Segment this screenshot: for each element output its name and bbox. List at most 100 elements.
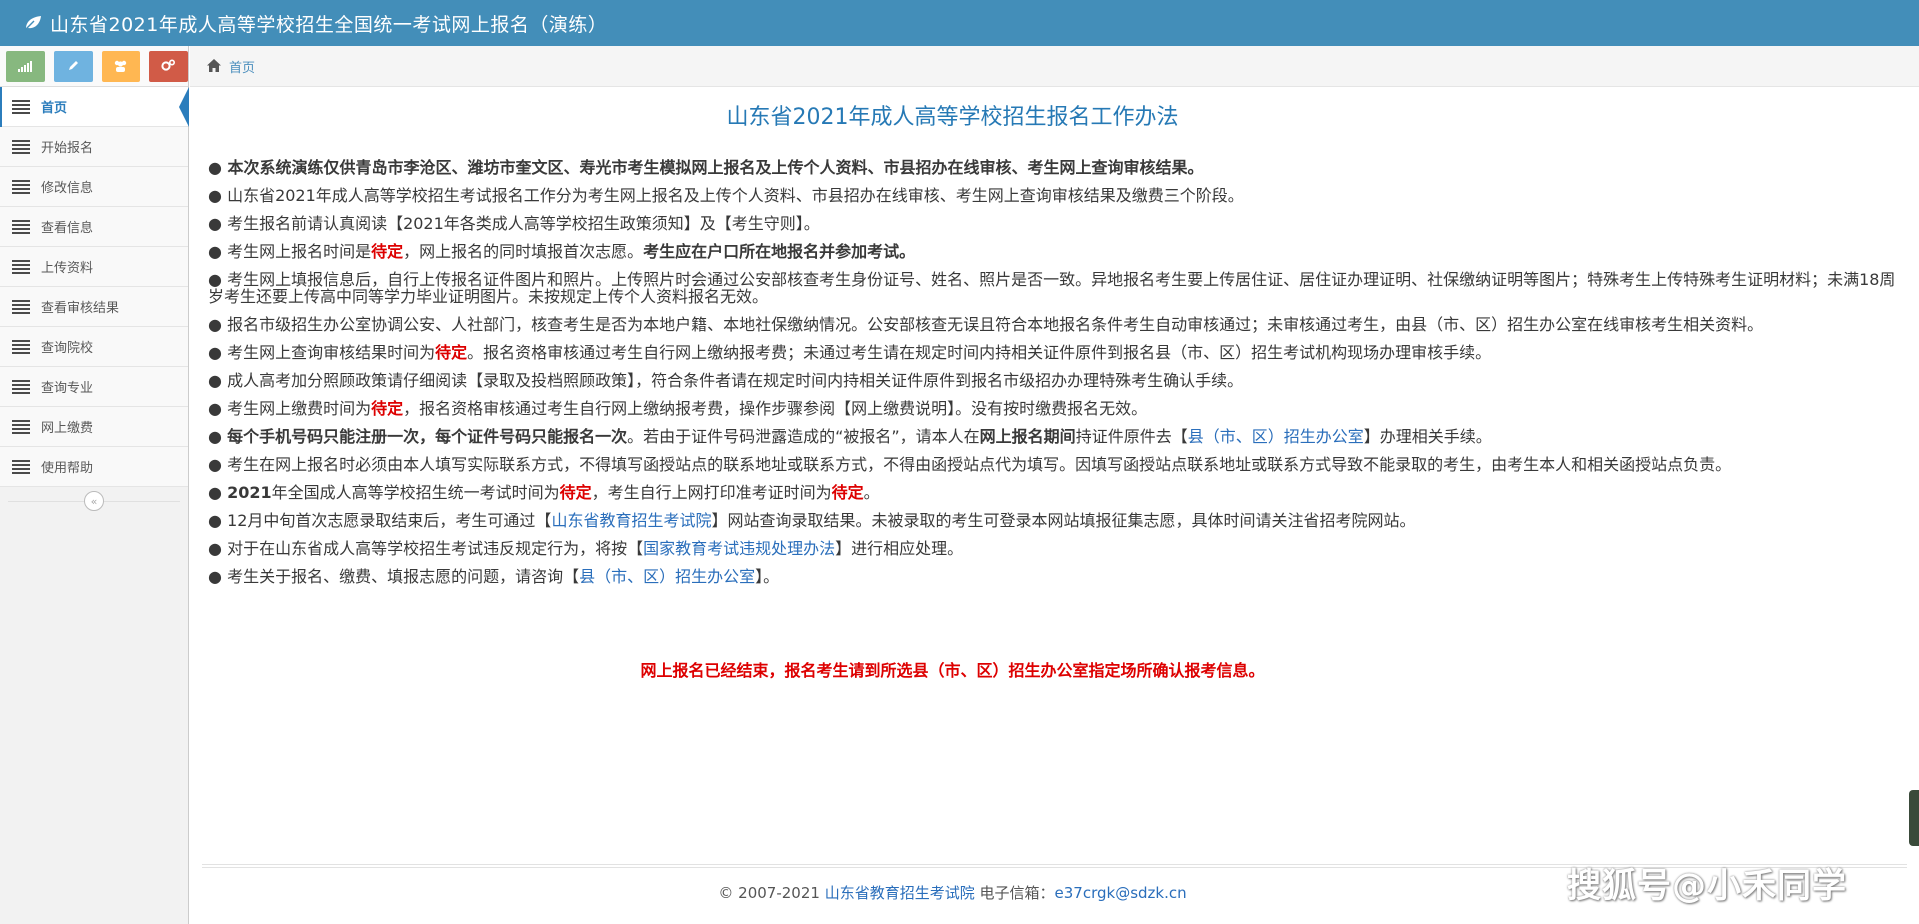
sidebar-item-label: 查看信息 [41,221,94,236]
bullet: ● [208,511,222,530]
bullet: ● [208,371,222,390]
notice-item: ● 对于在山东省成人高等学校招生考试违反规定行为，将按【国家教育考试违规处理办法… [208,540,1903,557]
sidebar-item-upload[interactable]: 上传资料 [0,247,188,287]
list-icon [12,139,30,154]
list-icon [12,459,30,474]
sidebar: 首页 开始报名 修改信息 查看信息 上传资料 查看审核结果 查询院校 查询专业 … [0,46,189,924]
notice-item: ● 考生网上缴费时间为待定，报名资格审核通过考生自行网上缴纳报考费，操作步骤参阅… [208,400,1903,417]
sidebar-item-label: 修改信息 [41,181,94,196]
closing-notice: 网上报名已经结束，报名考生请到所选县（市、区）招生办公室指定场所确认报考信息。 [640,661,1265,680]
bullet: ● [208,539,222,558]
notice-text: 考生网上缴费时间为 [227,399,372,418]
sidebar-item-label: 查询院校 [41,341,94,356]
sidebar-item-help[interactable]: 使用帮助 [0,447,188,487]
side-scroll-handle[interactable] [1909,790,1919,846]
bullet: ● [208,186,222,205]
notice-item: ● 考生关于报名、缴费、填报志愿的问题，请咨询【县（市、区）招生办公室】。 [208,568,1903,585]
notice-text: 考生关于报名、缴费、填报志愿的问题，请咨询【 [227,567,580,586]
county-office-link[interactable]: 县（市、区）招生办公室 [1188,427,1364,446]
notice-item: ● 山东省2021年成人高等学校招生考试报名工作分为考生网上报名及上传个人资料、… [208,187,1903,204]
notice-text: 】进行相应处理。 [835,539,964,558]
shortcut-cogs-button[interactable] [149,50,188,82]
page-title: 山东省2021年成人高等学校招生报名工作办法 [726,105,1179,130]
list-icon [12,419,30,434]
notice-item: ● 考生网上报名时间是待定，网上报名的同时填报首次志愿。考生应在户口所在地报名并… [208,243,1903,260]
bullet: ● [208,483,222,502]
sidebar-item-label: 上传资料 [41,261,94,276]
sidebar-item-payment[interactable]: 网上缴费 [0,407,188,447]
notice-text: 持证件原件去【 [1075,427,1188,446]
pending-tag: 待定 [559,483,592,502]
main-content: 山东省2021年成人高等学校招生报名工作办法 ● 本次系统演练仅供青岛市李沧区、… [190,87,1919,924]
notice-item: ● 每个手机号码只能注册一次，每个证件号码只能报名一次。若由于证件号码泄露造成的… [208,428,1903,445]
notice-text: 考生报名前请认真阅读【2021年各类成人高等学校招生政策须知】及【考生守则】。 [227,214,820,233]
notice-item: ● 考生网上填报信息后，自行上传报名证件图片和照片。上传照片时会通过公安部核查考… [208,271,1903,305]
list-icon [12,99,30,114]
shortcut-group-button[interactable] [101,50,141,82]
notice-text: 考生网上报名时间是 [227,242,372,261]
cogs-icon [161,57,176,76]
notice-text: 年全国成人高等学校招生统一考试时间为 [271,483,560,502]
pending-tag: 待定 [831,483,864,502]
pencil-icon [67,57,80,76]
notice-item: ● 考生报名前请认真阅读【2021年各类成人高等学校招生政策须知】及【考生守则】… [208,215,1903,232]
sidebar-item-majors[interactable]: 查询专业 [0,367,188,407]
leaf-icon [24,13,44,33]
breadcrumb-home-link[interactable]: 首页 [229,57,255,76]
sidebar-item-start-registration[interactable]: 开始报名 [0,127,188,167]
sidebar-item-label: 网上缴费 [41,421,94,436]
list-icon [12,179,30,194]
notice-text: 12月中旬首次志愿录取结束后，考生可通过【 [227,511,552,530]
notice-text: 】。 [755,567,780,586]
list-icon [12,219,30,234]
notice-item: ● 2021年全国成人高等学校招生统一考试时间为待定，考生自行上网打印准考证时间… [208,484,1903,501]
bullet: ● [208,455,222,474]
notice-text: 山东省2021年成人高等学校招生考试报名工作分为考生网上报名及上传个人资料、市县… [227,186,1244,205]
notice-text: 。若由于证件号码泄露造成的“被报名”，请本人在 [627,427,980,446]
bullet: ● [208,343,222,362]
pending-tag: 待定 [371,242,404,261]
sidebar-item-edit-info[interactable]: 修改信息 [0,167,188,207]
list-icon [12,339,30,354]
notice-item: ● 本次系统演练仅供青岛市李沧区、潍坊市奎文区、寿光市考生模拟网上报名及上传个人… [208,159,1903,176]
notice-text: 。 [863,483,880,502]
sidebar-item-colleges[interactable]: 查询院校 [0,327,188,367]
notice-text: 本次系统演练仅供青岛市李沧区、潍坊市奎文区、寿光市考生模拟网上报名及上传个人资料… [227,158,1204,177]
notice-text: 】网站查询录取结果。未被录取的考生可登录本网站填报征集志愿，具体时间请关注省招考… [711,511,1416,530]
footer-email-link[interactable]: e37crgk@sdzk.cn [1055,884,1187,902]
bullet: ● [208,315,222,334]
bullet: ● [208,158,222,177]
exam-authority-link[interactable]: 山东省教育招生考试院 [551,511,711,530]
sidebar-item-home[interactable]: 首页 [0,87,189,127]
list-icon [12,259,30,274]
watermark: 搜狐号@小禾同学 [1567,866,1847,906]
double-angle-left-icon[interactable]: « [84,491,104,511]
signal-icon [18,57,33,76]
notice-text: 。报名资格审核通过考生自行网上缴纳报考费；未通过考生请在规定时间内持相关证件原件… [467,343,1492,362]
notice-emphasis: 考生应在户口所在地报名并参加考试。 [643,242,916,261]
sidebar-item-label: 查询专业 [41,381,94,396]
notice-list: ● 本次系统演练仅供青岛市李沧区、潍坊市奎文区、寿光市考生模拟网上报名及上传个人… [208,159,1903,596]
list-icon [12,299,30,314]
breadcrumb: 首页 [190,46,1919,87]
footer-org-link[interactable]: 山东省教育招生考试院 [825,884,975,902]
notice-text: ，考生自行上网打印准考证时间为 [591,483,832,502]
sidebar-item-label: 首页 [41,101,68,116]
notice-emphasis: 网上报名期间 [979,427,1076,446]
bullet: ● [208,214,222,233]
pending-tag: 待定 [435,343,468,362]
sidebar-item-review-result[interactable]: 查看审核结果 [0,287,188,327]
notice-text: 考生在网上报名时必须由本人填写实际联系方式，不得填写函授站点的联系地址或联系方式… [227,455,1732,474]
notice-text: 报名市级招生办公室协调公安、人社部门，核查考生是否为本地户籍、本地社保缴纳情况。… [227,315,1764,334]
violation-rules-link[interactable]: 国家教育考试违规处理办法 [643,539,835,558]
notice-text: 考生网上查询审核结果时间为 [227,343,436,362]
sidebar-item-view-info[interactable]: 查看信息 [0,207,188,247]
footer: © 2007-2021 山东省教育招生考试院 电子信箱：e37crgk@sdzk… [190,882,1715,903]
county-office-link[interactable]: 县（市、区）招生办公室 [579,567,755,586]
notice-text: 】办理相关手续。 [1363,427,1492,446]
notice-text: ，网上报名的同时填报首次志愿。 [403,242,644,261]
pending-tag: 待定 [371,399,404,418]
shortcut-signal-button[interactable] [6,50,45,82]
shortcut-pencil-button[interactable] [53,50,93,82]
notice-emphasis: 2021 [227,483,272,502]
